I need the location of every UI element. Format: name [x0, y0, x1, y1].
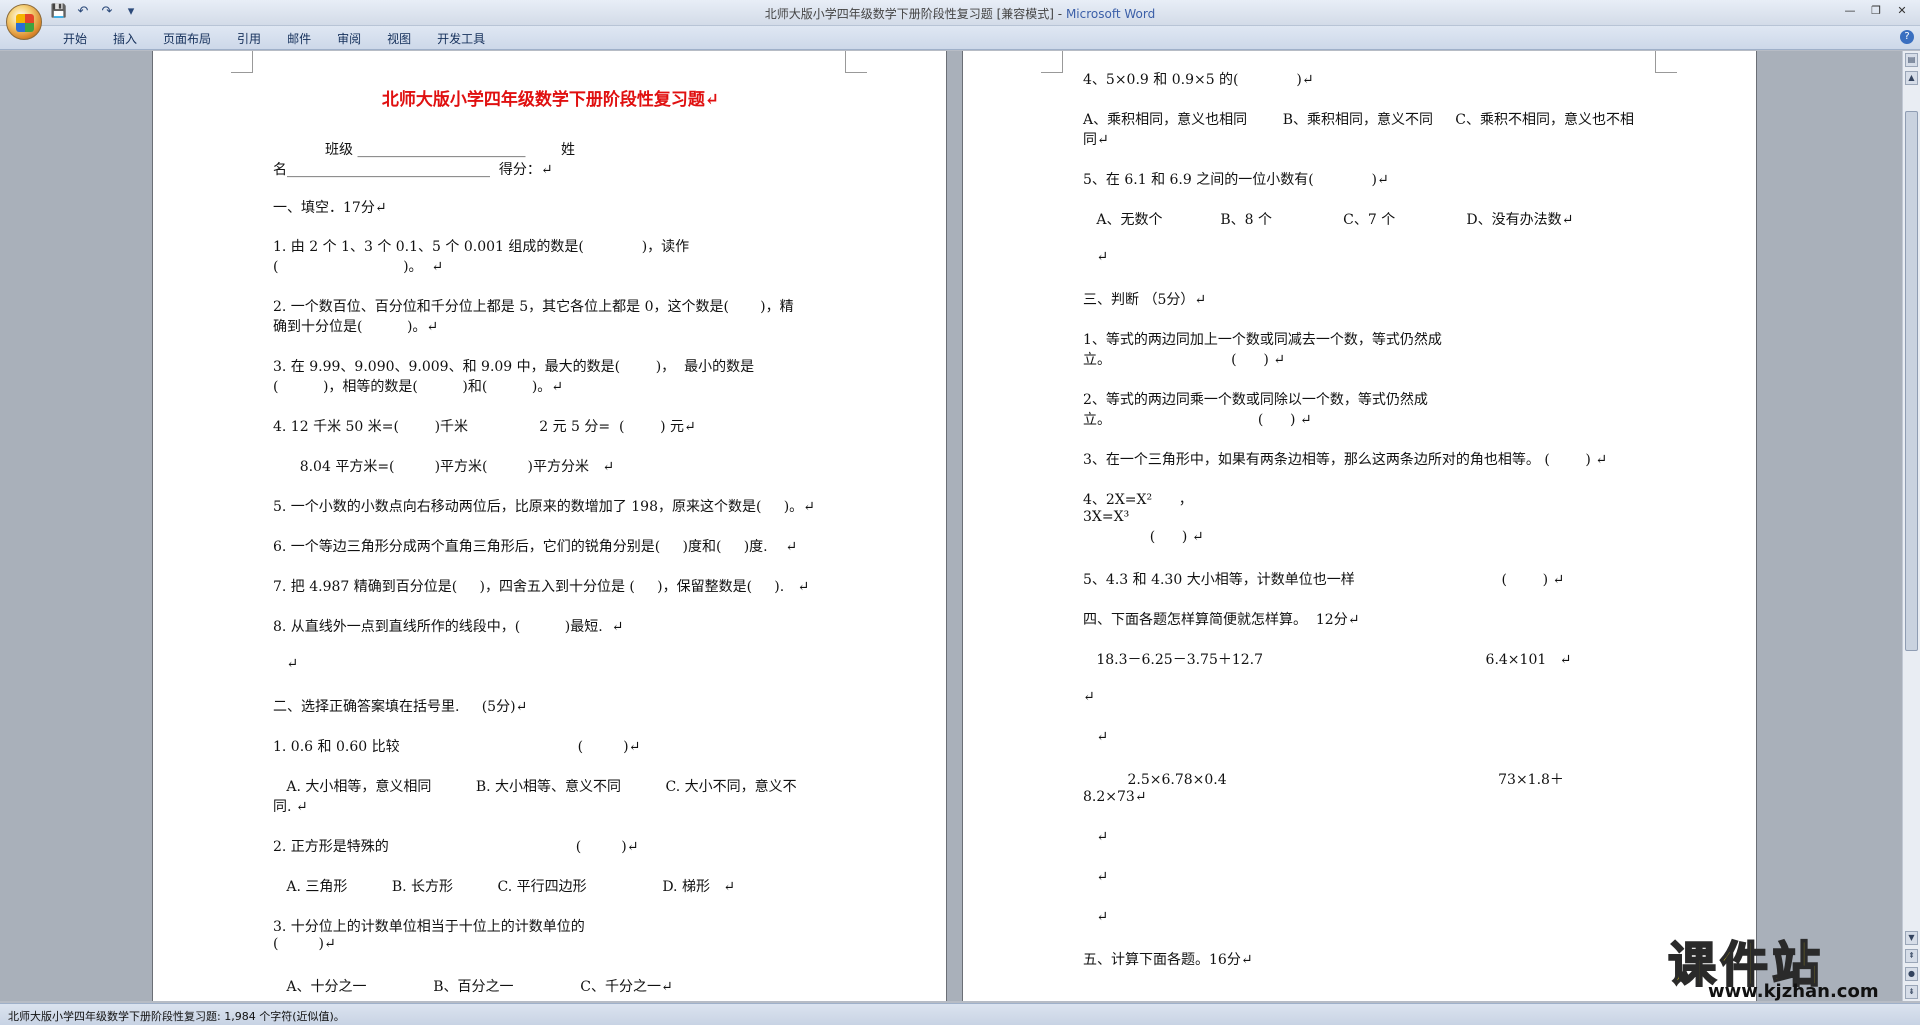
- tab-insert[interactable]: 插入: [100, 30, 150, 47]
- document-text-line: 四、下面各题怎样算简便就怎样算。 12分↵: [1083, 612, 1360, 628]
- document-text-line: ↵: [1083, 909, 1109, 925]
- document-text-line: 4. 12 千米 50 米=( )千米 2 元 5 分= ( ) 元↵: [273, 419, 696, 435]
- scroll-thumb[interactable]: [1905, 111, 1918, 651]
- watermark: 课件站 www.kjzhan.com: [1667, 925, 1920, 1003]
- document-text-line: 8.2×73↵: [1083, 789, 1147, 805]
- office-logo-icon: [16, 14, 34, 32]
- document-text-line: 立。 ( ) ↵: [1083, 412, 1312, 428]
- document-text-line: 1. 0.6 和 0.60 比较 ( )↵: [273, 739, 641, 755]
- tab-review[interactable]: 审阅: [324, 30, 374, 47]
- document-text-line: ( )。 ↵: [273, 259, 444, 275]
- title-bar: 💾 ↶ ↷ ▾ 北师大版小学四年级数学下册阶段性复习题 [兼容模式] - Mic…: [0, 0, 1920, 26]
- word-count[interactable]: 北师大版小学四年级数学下册阶段性复习题: 1,984 个字符(近似值)。: [8, 1008, 345, 1024]
- maximize-icon[interactable]: ❐: [1864, 2, 1888, 20]
- ribbon-tabs: 开始 插入 页面布局 引用 邮件 审阅 视图 开发工具: [50, 30, 498, 47]
- tab-mailings[interactable]: 邮件: [274, 30, 324, 47]
- document-text-line: 二、选择正确答案填在括号里. (5分)↵: [273, 699, 528, 715]
- document-text-line: 8. 从直线外一点到直线所作的线段中，( )最短. ↵: [273, 619, 624, 635]
- window-title: 北师大版小学四年级数学下册阶段性复习题 [兼容模式] - Microsoft W…: [0, 5, 1920, 22]
- ribbon: 开始 插入 页面布局 引用 邮件 审阅 视图 开发工具 ?: [0, 26, 1920, 50]
- document-text-line: 班级 ________________________ 姓: [325, 142, 576, 158]
- tab-home[interactable]: 开始: [50, 30, 100, 47]
- watermark-url: www.kjzhan.com: [1708, 981, 1879, 1002]
- document-title: 北师大版小学四年级数学下册阶段性复习题 [兼容模式]: [764, 7, 1054, 21]
- document-page-1[interactable]: 北师大版小学四年级数学下册阶段性复习题↵ 班级 ________________…: [152, 51, 947, 1001]
- document-text-line: 三、判断 （5分）↵: [1083, 292, 1207, 308]
- document-text-line: 8.04 平方米=( )平方米( )平方分米 ↵: [273, 459, 615, 475]
- document-text-line: 2、等式的两边同乘一个数或同除以一个数，等式仍然成: [1083, 392, 1428, 408]
- document-text-line: 3、在一个三角形中，如果有两条边相等，那么这两条边所对的角也相等。 ( ) ↵: [1083, 452, 1608, 468]
- document-area[interactable]: 北师大版小学四年级数学下册阶段性复习题↵ 班级 ________________…: [0, 51, 1902, 1001]
- vertical-scrollbar[interactable]: ▤ ▲ ▼ ⇞ ● ⇟: [1902, 51, 1920, 1001]
- office-button[interactable]: [6, 4, 42, 40]
- document-text-line: 5. 一个小数的小数点向右移动两位后，比原来的数增加了 198，原来这个数是( …: [273, 499, 815, 515]
- document-text-line: A、乘积相同，意义也相同 B、乘积相同，意义不同 C、乘积不相同，意义也不相: [1083, 112, 1634, 128]
- help-icon[interactable]: ?: [1900, 30, 1914, 44]
- page-title: 北师大版小学四年级数学下册阶段性复习题↵: [381, 90, 720, 110]
- document-text-line: 2. 一个数百位、百分位和千分位上都是 5，其它各位上都是 0，这个数是( )，…: [273, 299, 794, 315]
- document-text-line: 1、等式的两边同加上一个数或同减去一个数，等式仍然成: [1083, 332, 1442, 348]
- margin-mark: [1655, 51, 1677, 73]
- document-text-line: A、无数个 B、8 个 C、7 个 D、没有办法数↵: [1083, 212, 1574, 228]
- margin-mark: [231, 51, 253, 73]
- tab-references[interactable]: 引用: [224, 30, 274, 47]
- minimize-icon[interactable]: —: [1838, 2, 1862, 20]
- document-text-line: 4、5×0.9 和 0.9×5 的( )↵: [1083, 72, 1314, 88]
- document-text-line: A、十分之一 B、百分之一 C、千分之一↵: [273, 979, 673, 995]
- document-text-line: 3X=X³: [1083, 509, 1130, 525]
- document-text-line: 确到十分位是( )。↵: [273, 319, 439, 335]
- document-text-line: ( ) ↵: [1083, 529, 1204, 545]
- document-text-line: ↵: [1083, 829, 1109, 845]
- status-bar: 北师大版小学四年级数学下册阶段性复习题: 1,984 个字符(近似值)。: [0, 1003, 1920, 1025]
- document-text-line: 一、填空．17分↵: [273, 200, 387, 216]
- document-text-line: 3. 十分位上的计数单位相当于十位上的计数单位的: [273, 919, 585, 935]
- document-text-line: 3. 在 9.99、9.090、9.009、和 9.09 中，最大的数是( )，…: [273, 359, 755, 375]
- document-text-line: 2. 正方形是特殊的 ( )↵: [273, 839, 639, 855]
- margin-mark: [1041, 51, 1063, 73]
- document-text-line: 6. 一个等边三角形分成两个直角三角形后，它们的锐角分别是( )度和( )度. …: [273, 539, 798, 555]
- tab-developer[interactable]: 开发工具: [424, 30, 498, 47]
- close-icon[interactable]: ✕: [1890, 2, 1914, 20]
- document-text-line: 4、2X=X² ，: [1083, 492, 1193, 508]
- scroll-up-icon[interactable]: ▲: [1905, 71, 1918, 85]
- document-text-line: A. 三角形 B. 长方形 C. 平行四边形 D. 梯形 ↵: [273, 879, 736, 895]
- tab-view[interactable]: 视图: [374, 30, 424, 47]
- document-text-line: ( )↵: [273, 936, 336, 952]
- document-text-line: 2.5×6.78×0.4 73×1.8＋: [1083, 772, 1564, 788]
- document-text-line: 5、4.3 和 4.30 大小相等，计数单位也一样 ( ) ↵: [1083, 572, 1565, 588]
- document-text-line: 18.3－6.25－3.75＋12.7 6.4×101 ↵: [1083, 652, 1572, 668]
- document-text-line: 同. ↵: [273, 799, 308, 815]
- document-text-line: ↵: [1083, 869, 1109, 885]
- document-text-line: 五、计算下面各题。16分↵: [1083, 952, 1253, 968]
- document-text-line: ( )，相等的数是( )和( )。↵: [273, 379, 564, 395]
- document-text-line: A. 大小相等，意义相同 B. 大小相等、意义不同 C. 大小不同，意义不: [273, 779, 797, 795]
- title-separator: -: [1053, 7, 1066, 21]
- app-name: Microsoft Word: [1065, 7, 1156, 21]
- tab-page-layout[interactable]: 页面布局: [150, 30, 224, 47]
- document-text-line: ↵: [1083, 729, 1109, 745]
- document-text-line: ↵: [1083, 689, 1095, 705]
- document-text-line: 7. 把 4.987 精确到百分位是( )，四舍五入到十分位是 ( )，保留整数…: [273, 579, 810, 595]
- document-text-line: 1. 由 2 个 1、3 个 0.1、5 个 0.001 组成的数是( )，读作: [273, 239, 690, 255]
- document-text-line: 立。 ( ) ↵: [1083, 352, 1285, 368]
- document-text-line: ↵: [1083, 249, 1109, 265]
- window-controls: — ❐ ✕: [1838, 2, 1914, 20]
- document-text-line: 名_____________________________ 得分：↵: [273, 162, 553, 178]
- document-text-line: 同↵: [1083, 132, 1109, 148]
- document-text-line: ↵: [273, 656, 299, 672]
- document-text-line: 5、在 6.1 和 6.9 之间的一位小数有( )↵: [1083, 172, 1389, 188]
- document-page-2[interactable]: 4、5×0.9 和 0.9×5 的( )↵ A、乘积相同，意义也相同 B、乘积相同…: [962, 51, 1757, 1001]
- ruler-toggle-icon[interactable]: ▤: [1905, 53, 1918, 67]
- margin-mark: [845, 51, 867, 73]
